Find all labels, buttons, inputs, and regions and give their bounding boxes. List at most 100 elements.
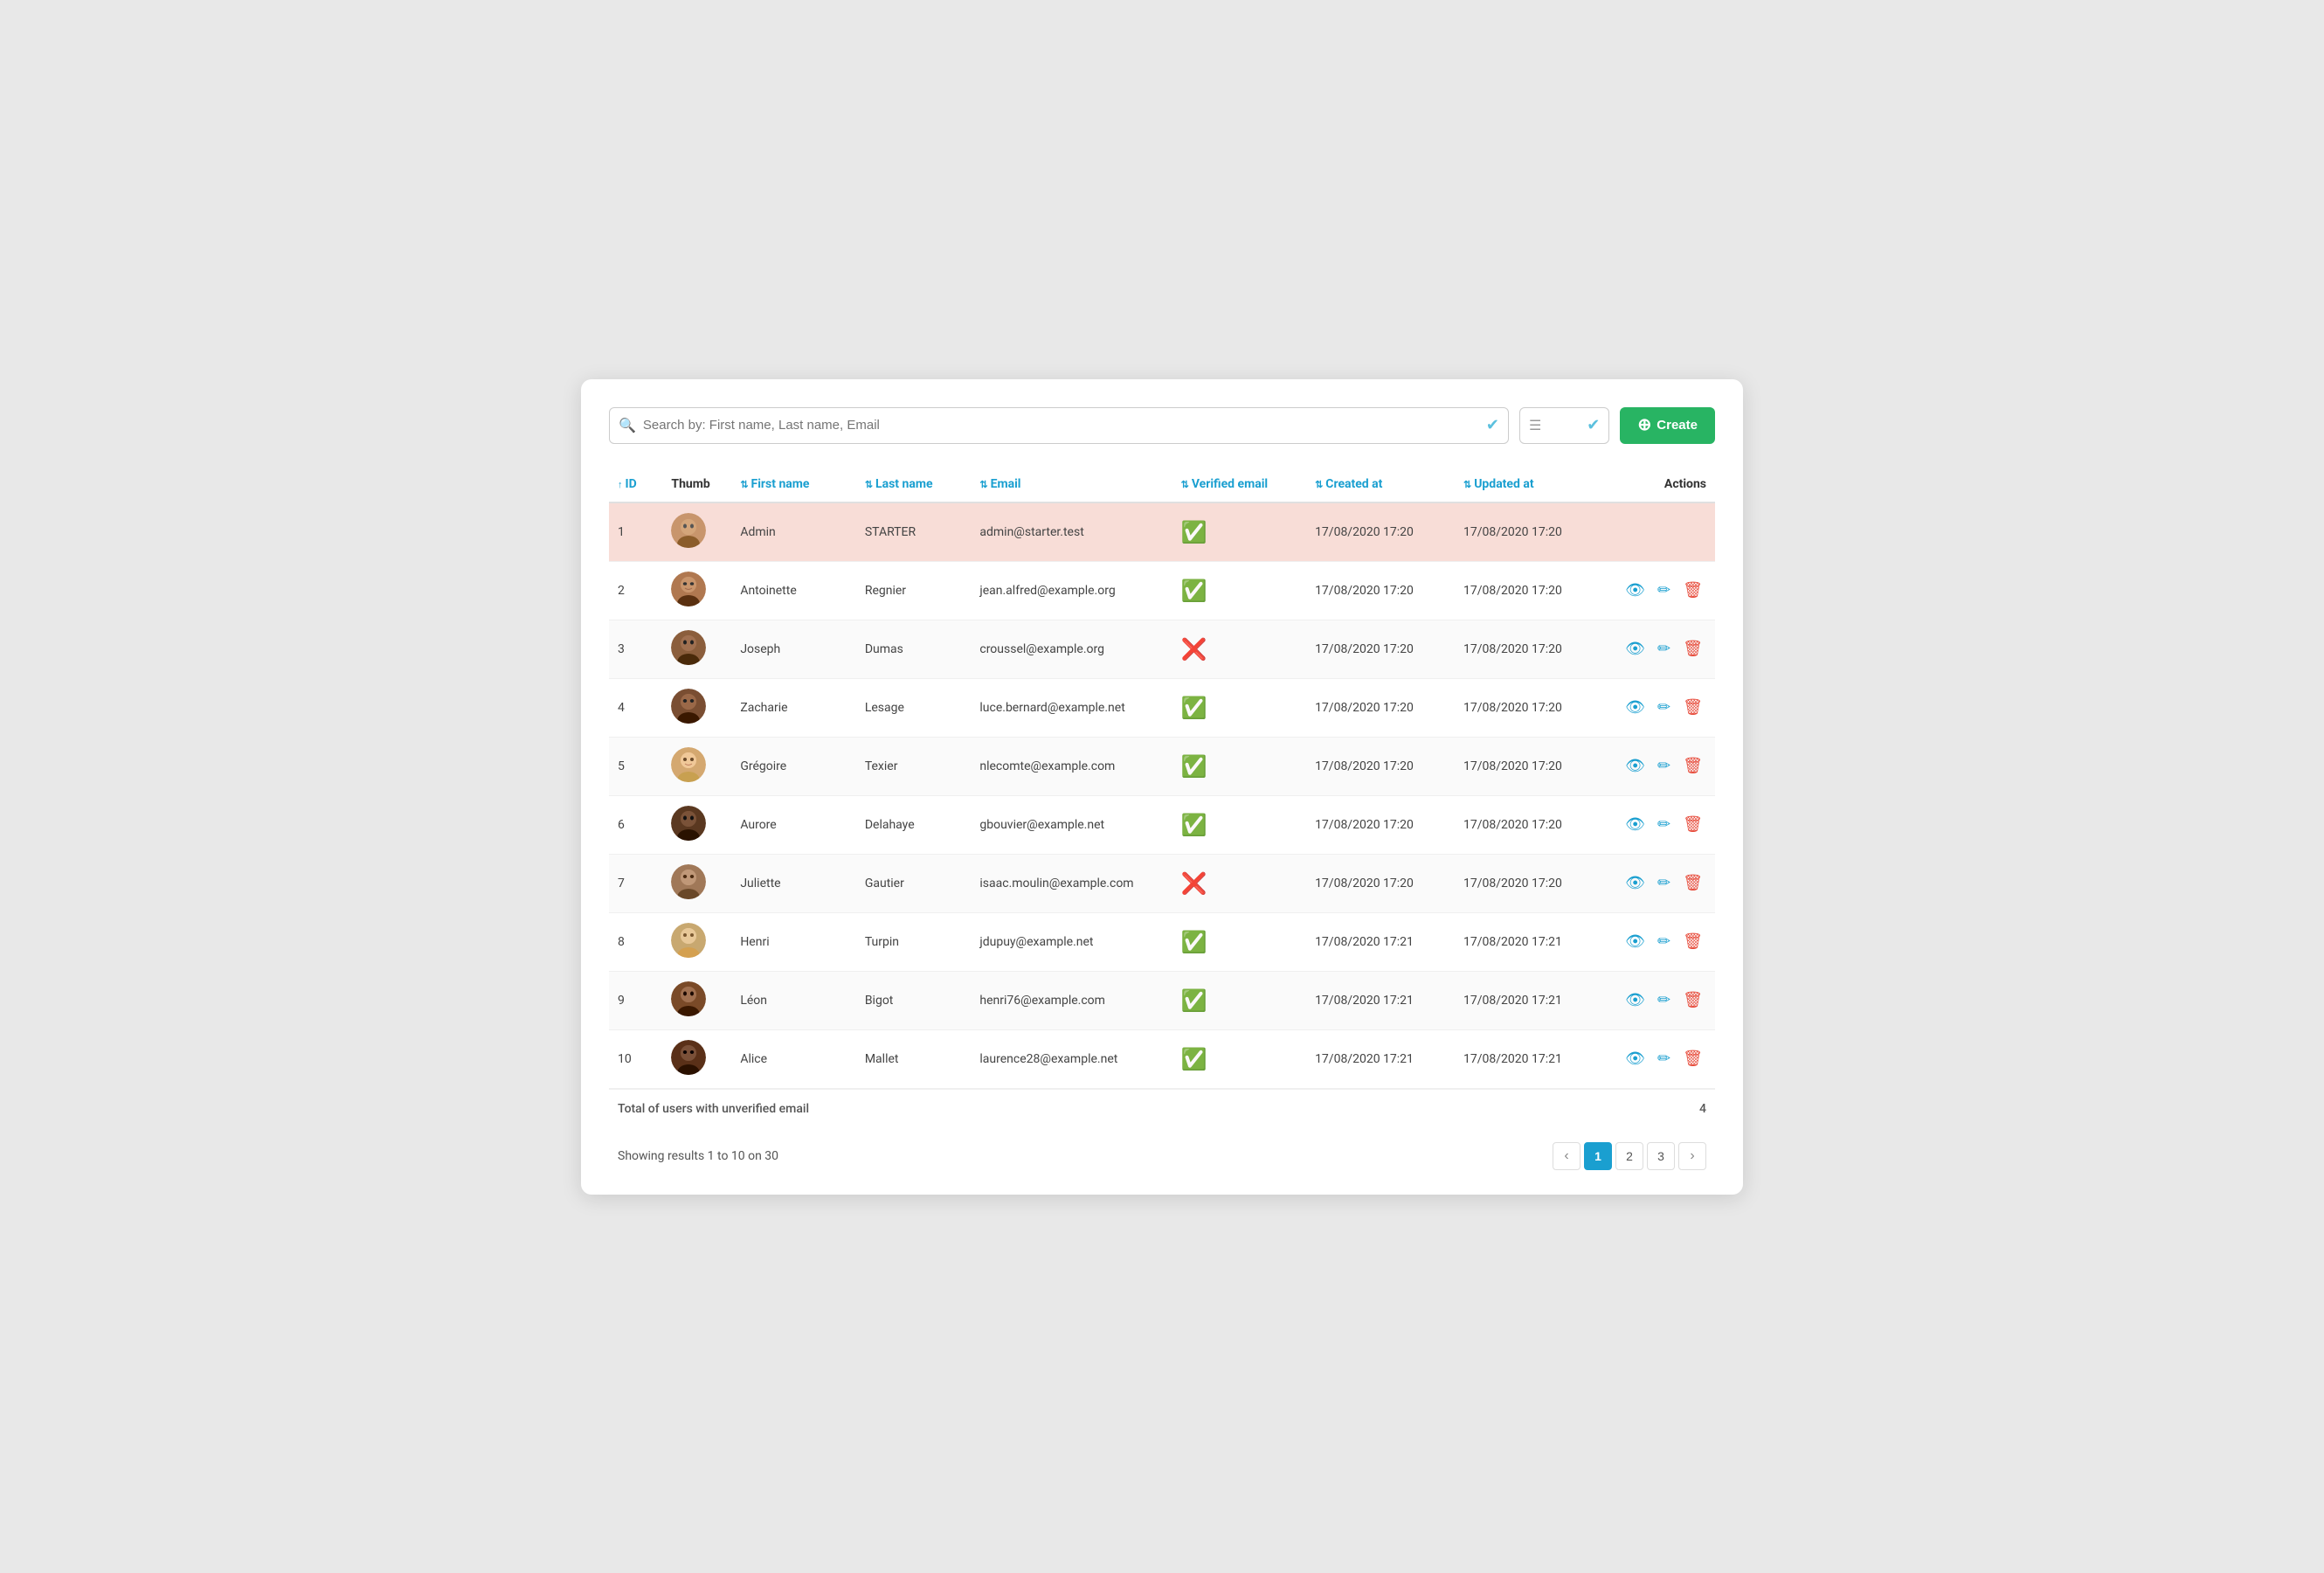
view-button[interactable]: 👁 [1622, 931, 1649, 953]
view-button[interactable]: 👁 [1622, 755, 1649, 777]
cell-thumb [662, 737, 731, 795]
delete-button[interactable]: 🗑 [1679, 1048, 1706, 1070]
cell-verified: ✅ [1172, 737, 1306, 795]
cell-actions: 👁 ✏ 🗑 [1603, 737, 1715, 795]
view-button[interactable]: 👁 [1622, 1048, 1649, 1070]
sort-arrow-first: ⇅ [740, 479, 748, 490]
edit-button[interactable]: ✏ [1654, 696, 1674, 718]
cell-updated-at: 17/08/2020 17:20 [1455, 795, 1603, 854]
pagination-bar: Showing results 1 to 10 on 30 ‹ 1 2 3 › [609, 1128, 1715, 1170]
verified-yes-icon: ✅ [1181, 930, 1207, 954]
cell-first-name: Admin [731, 502, 856, 562]
delete-button[interactable]: 🗑 [1679, 638, 1706, 660]
pagination-info: Showing results 1 to 10 on 30 [618, 1149, 778, 1163]
col-header-id[interactable]: ↑ID [609, 468, 662, 502]
delete-button[interactable]: 🗑 [1679, 755, 1706, 777]
delete-button[interactable]: 🗑 [1679, 696, 1706, 718]
table-row: 7 Juliette Gautier isaac.moulin@example.… [609, 854, 1715, 912]
delete-button[interactable]: 🗑 [1679, 989, 1706, 1011]
pagination-next[interactable]: › [1678, 1142, 1706, 1170]
delete-button[interactable]: 🗑 [1679, 872, 1706, 894]
cell-updated-at: 17/08/2020 17:20 [1455, 561, 1603, 620]
view-button[interactable]: 👁 [1622, 872, 1649, 894]
cell-email: admin@starter.test [971, 502, 1172, 562]
actions-cell: 👁 ✏ 🗑 [1612, 872, 1706, 894]
cell-first-name: Alice [731, 1029, 856, 1088]
col-header-last-name[interactable]: ⇅Last name [856, 468, 972, 502]
cell-verified: ✅ [1172, 678, 1306, 737]
avatar [671, 630, 706, 665]
verified-no-icon: ❌ [1181, 871, 1207, 896]
actions-cell: 👁 ✏ 🗑 [1612, 755, 1706, 777]
cell-actions: 👁 ✏ 🗑 [1603, 678, 1715, 737]
search-wrapper: 🔍 ✔ [609, 407, 1509, 444]
sort-arrow-email: ⇅ [979, 479, 987, 490]
cell-last-name: Mallet [856, 1029, 972, 1088]
actions-cell: 👁 ✏ 🗑 [1612, 1048, 1706, 1070]
table-row: 6 Aurore Delahaye gbouvier@example.net ✅… [609, 795, 1715, 854]
cell-actions: 👁 ✏ 🗑 [1603, 561, 1715, 620]
per-page-confirm-icon[interactable]: ✔ [1587, 416, 1600, 434]
cell-id: 10 [609, 1029, 662, 1088]
col-header-verified[interactable]: ⇅Verified email [1172, 468, 1306, 502]
table-row: 10 Alice Mallet laurence28@example.net ✅… [609, 1029, 1715, 1088]
cell-updated-at: 17/08/2020 17:21 [1455, 971, 1603, 1029]
verified-yes-icon: ✅ [1181, 696, 1207, 720]
edit-button[interactable]: ✏ [1654, 814, 1674, 835]
per-page-wrapper: ☰ 10 ✔ [1519, 407, 1609, 444]
view-button[interactable]: 👁 [1622, 696, 1649, 718]
main-container: 🔍 ✔ ☰ 10 ✔ ⊕ Create ↑ID Thumb ⇅First nam… [581, 379, 1743, 1195]
actions-cell: 👁 ✏ 🗑 [1612, 989, 1706, 1011]
edit-button[interactable]: ✏ [1654, 931, 1674, 953]
view-button[interactable]: 👁 [1622, 579, 1649, 601]
cell-last-name: Delahaye [856, 795, 972, 854]
avatar [671, 806, 706, 841]
edit-button[interactable]: ✏ [1654, 989, 1674, 1011]
verified-no-icon: ❌ [1181, 637, 1207, 662]
search-confirm-icon[interactable]: ✔ [1486, 416, 1499, 434]
cell-verified: ✅ [1172, 502, 1306, 562]
cell-actions: 👁 ✏ 🗑 [1603, 620, 1715, 678]
avatar [671, 864, 706, 899]
col-header-email[interactable]: ⇅Email [971, 468, 1172, 502]
cell-thumb [662, 620, 731, 678]
col-header-first-name[interactable]: ⇅First name [731, 468, 856, 502]
edit-button[interactable]: ✏ [1654, 1048, 1674, 1070]
delete-button[interactable]: 🗑 [1679, 931, 1706, 953]
sort-arrow-id: ↑ [618, 479, 623, 490]
view-button[interactable]: 👁 [1622, 989, 1649, 1011]
col-header-created-at[interactable]: ⇅Created at [1306, 468, 1455, 502]
cell-id: 2 [609, 561, 662, 620]
cell-updated-at: 17/08/2020 17:21 [1455, 912, 1603, 971]
cell-last-name: Texier [856, 737, 972, 795]
search-input[interactable] [643, 418, 1486, 433]
edit-button[interactable]: ✏ [1654, 579, 1674, 601]
pagination-prev[interactable]: ‹ [1553, 1142, 1580, 1170]
cell-thumb [662, 795, 731, 854]
col-header-updated-at[interactable]: ⇅Updated at [1455, 468, 1603, 502]
edit-button[interactable]: ✏ [1654, 755, 1674, 777]
cell-created-at: 17/08/2020 17:20 [1306, 678, 1455, 737]
delete-button[interactable]: 🗑 [1679, 579, 1706, 601]
delete-button[interactable]: 🗑 [1679, 814, 1706, 835]
cell-email: jean.alfred@example.org [971, 561, 1172, 620]
create-plus-icon: ⊕ [1637, 415, 1651, 435]
view-button[interactable]: 👁 [1622, 638, 1649, 660]
cell-first-name: Juliette [731, 854, 856, 912]
cell-created-at: 17/08/2020 17:20 [1306, 620, 1455, 678]
cell-created-at: 17/08/2020 17:20 [1306, 502, 1455, 562]
pagination-page-3[interactable]: 3 [1647, 1142, 1675, 1170]
cell-verified: ✅ [1172, 971, 1306, 1029]
pagination-page-2[interactable]: 2 [1615, 1142, 1643, 1170]
actions-cell: 👁 ✏ 🗑 [1612, 696, 1706, 718]
cell-first-name: Léon [731, 971, 856, 1029]
edit-button[interactable]: ✏ [1654, 638, 1674, 660]
view-button[interactable]: 👁 [1622, 814, 1649, 835]
create-button[interactable]: ⊕ Create [1620, 407, 1715, 444]
cell-email: henri76@example.com [971, 971, 1172, 1029]
edit-button[interactable]: ✏ [1654, 872, 1674, 894]
pagination-page-1[interactable]: 1 [1584, 1142, 1612, 1170]
col-header-thumb: Thumb [662, 468, 731, 502]
cell-verified: ✅ [1172, 1029, 1306, 1088]
per-page-input[interactable]: 10 [1548, 418, 1580, 433]
